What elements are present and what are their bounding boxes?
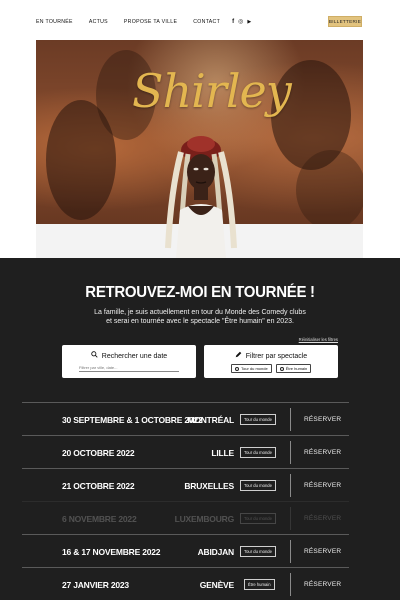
intro-line-1: La famille, je suis actuellement en tour… bbox=[94, 309, 306, 316]
nav-link-contact[interactable]: CONTACT bbox=[193, 19, 220, 25]
show-filter-options: Tour du monde Être humain bbox=[231, 364, 312, 373]
tour-row: 16 & 17 NOVEMBRE 2022 ABIDJAN Tour du mo… bbox=[22, 534, 349, 567]
divider bbox=[290, 507, 291, 530]
tour-show-tag: Tour du monde bbox=[240, 513, 276, 524]
shirley-logo: Shirley bbox=[132, 64, 292, 118]
tour-row: 21 OCTOBRE 2022 BRUXELLES Tour du monde … bbox=[22, 468, 349, 501]
filter-option-etre-humain[interactable]: Être humain bbox=[275, 364, 312, 373]
page-title: RETROUVEZ-MOI EN TOURNÉE ! bbox=[85, 283, 315, 302]
date-search-input[interactable] bbox=[79, 364, 179, 372]
ticketing-button[interactable]: BILLETTERIE bbox=[328, 16, 362, 27]
portrait-image bbox=[165, 136, 237, 258]
divider bbox=[290, 408, 291, 431]
background-figure bbox=[296, 150, 363, 230]
tour-show-tag: Tour du monde bbox=[240, 546, 276, 557]
tour-show-tag: Être humain bbox=[244, 579, 275, 590]
reserve-button[interactable]: RÉSERVER bbox=[304, 416, 341, 423]
tour-row: 20 OCTOBRE 2022 LILLE Tour du monde RÉSE… bbox=[22, 435, 349, 468]
tour-show-tag: Tour du monde bbox=[240, 414, 276, 425]
hero-banner: Shirley bbox=[36, 40, 363, 258]
main-nav: EN TOURNÉE ACTUS PROPOSE TA VILLE CONTAC… bbox=[36, 17, 251, 27]
pencil-icon bbox=[235, 351, 244, 360]
tour-show-tag: Tour du monde bbox=[240, 480, 276, 491]
tour-row: 30 SEPTEMBRE & 1 OCTOBRE 2022 MONTRÉAL T… bbox=[22, 402, 349, 435]
youtube-icon[interactable]: ▶ bbox=[247, 19, 251, 25]
header: EN TOURNÉE ACTUS PROPOSE TA VILLE CONTAC… bbox=[0, 0, 400, 258]
tour-row-past: 6 NOVEMBRE 2022 LUXEMBOURG Tour du monde… bbox=[22, 501, 349, 534]
reserve-button[interactable]: RÉSERVER bbox=[304, 548, 341, 555]
reserve-button[interactable]: RÉSERVER bbox=[304, 581, 341, 588]
tour-show-tag: Tour du monde bbox=[240, 447, 276, 458]
social-links: f ◎ ▶ bbox=[232, 19, 251, 25]
tour-city: LUXEMBOURG bbox=[174, 514, 235, 524]
date-filter-label: Rechercher une date bbox=[101, 353, 168, 360]
intro-line-2: et serai en tournée avec le spectacle "Ê… bbox=[106, 318, 294, 325]
reserve-button: RÉSERVER bbox=[304, 515, 342, 522]
nav-link-propose-ta-ville[interactable]: PROPOSE TA VILLE bbox=[124, 19, 177, 25]
tour-date: 30 SEPTEMBRE & 1 OCTOBRE 2022 bbox=[62, 415, 203, 425]
tour-date: 20 OCTOBRE 2022 bbox=[62, 448, 135, 458]
divider bbox=[290, 474, 291, 497]
nav-link-en-tournee[interactable]: EN TOURNÉE bbox=[36, 19, 73, 25]
reset-filters-link[interactable]: Réinitialiser les filtres bbox=[299, 337, 338, 342]
date-filter-box: Rechercher une date bbox=[62, 345, 196, 378]
tour-date: 6 NOVEMBRE 2022 bbox=[62, 514, 137, 524]
tour-date: 21 OCTOBRE 2022 bbox=[62, 481, 135, 491]
show-filter-label: Filtrer par spectacle bbox=[245, 353, 308, 360]
reserve-button[interactable]: RÉSERVER bbox=[304, 449, 341, 456]
reserve-button[interactable]: RÉSERVER bbox=[304, 482, 341, 489]
show-filter-title: Filtrer par spectacle bbox=[204, 351, 338, 360]
intro-text: La famille, je suis actuellement en tour… bbox=[0, 308, 400, 326]
radio-icon bbox=[235, 366, 239, 371]
tour-row: 27 JANVIER 2023 GENÈVE Être humain RÉSER… bbox=[22, 567, 349, 600]
show-filter-box: Filtrer par spectacle Tour du monde Être… bbox=[204, 345, 338, 378]
tour-city: LILLE bbox=[211, 448, 234, 458]
divider bbox=[290, 573, 291, 596]
tour-city: GENÈVE bbox=[199, 580, 234, 590]
tour-date: 16 & 17 NOVEMBRE 2022 bbox=[62, 547, 161, 557]
divider bbox=[290, 540, 291, 563]
search-icon bbox=[91, 351, 100, 360]
radio-icon bbox=[279, 366, 284, 371]
tour-date: 27 JANVIER 2023 bbox=[62, 580, 129, 590]
divider bbox=[290, 441, 291, 464]
nav-link-actus[interactable]: ACTUS bbox=[89, 19, 108, 25]
instagram-icon[interactable]: ◎ bbox=[238, 19, 243, 25]
filter-option-label: Tour du monde bbox=[241, 366, 268, 371]
tour-section: RETROUVEZ-MOI EN TOURNÉE ! La famille, j… bbox=[0, 258, 400, 600]
filter-option-tour-du-monde[interactable]: Tour du monde bbox=[231, 364, 272, 373]
facebook-icon[interactable]: f bbox=[232, 19, 234, 25]
filter-option-label: Être humain bbox=[285, 366, 308, 371]
tour-city: MONTRÉAL bbox=[187, 415, 234, 425]
date-filter-title: Rechercher une date bbox=[62, 351, 196, 360]
tour-city: BRUXELLES bbox=[184, 481, 234, 491]
tour-city: ABIDJAN bbox=[197, 547, 235, 557]
